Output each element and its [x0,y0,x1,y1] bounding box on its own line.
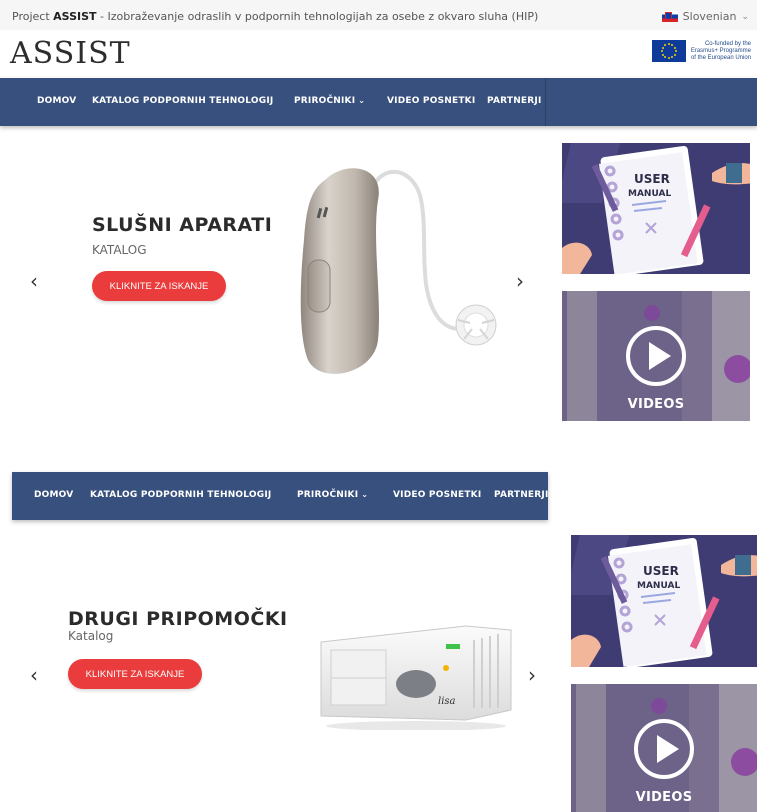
carousel-prev-button[interactable]: ‹ [30,665,38,685]
play-icon [634,719,694,779]
hearing-aid-image [300,168,497,374]
project-info: Project ASSIST - Izobraževanje odraslih … [12,10,538,23]
nav-item-domov[interactable]: DOMOV [37,96,76,106]
eu-star-icon [667,43,670,45]
nav-item-video[interactable]: VIDEO POSNETKI [387,96,475,106]
main-nav-sticky: DOMOV KATALOG PODPORNIH TEHNOLOGIJ PRIRO… [12,472,548,520]
project-label: Project [12,10,50,23]
manual-label: MANUAL [637,581,680,591]
chevron-down-icon: ⌄ [361,490,369,499]
eu-star-icon [661,53,664,56]
videos-label: VIDEOS [627,397,685,412]
manual-label: USER [643,564,679,578]
slovenia-flag-icon [661,11,678,22]
manual-label: USER [634,172,670,186]
user-manual-tile[interactable]: USER MANUAL [562,143,750,274]
videos-tile[interactable]: VIDEOS [562,291,750,421]
eu-text-line: Co-funded by the [704,40,751,47]
chevron-down-icon: ⌄ [741,11,749,22]
project-name: ASSIST [53,10,97,23]
eu-star-icon [673,53,676,56]
nav-item-katalog[interactable]: KATALOG PODPORNIH TEHNOLOGIJ [92,96,273,106]
eu-star-icon [674,50,677,52]
user-manual-icon: USER MANUAL [571,535,757,667]
user-manual-tile[interactable]: USER MANUAL [571,535,757,667]
eu-star-icon [671,56,674,59]
chevron-down-icon: ⌄ [358,96,366,105]
slide-subtitle: Katalog [68,629,114,643]
search-cta-button[interactable]: KLIKNITE ZA ISKANJE [68,659,202,689]
videos-label: VIDEOS [635,790,693,805]
carousel-prev-button[interactable]: ‹ [30,271,38,291]
eu-star-icon [664,56,667,59]
nav-item-partnerji[interactable]: PARTNERJI [487,96,542,106]
eu-star-icon [660,50,663,52]
carousel-next-button[interactable]: › [528,665,536,685]
main-nav-container: DOMOV KATALOG PODPORNIH TEHNOLOGIJ PRIRO… [22,78,546,126]
search-cta-button[interactable]: KLIKNITE ZA ISKANJE [92,271,226,301]
eu-funding-badge: Co-funded by the Erasmus+ Programme of t… [651,40,751,62]
eu-star-icon [661,46,664,49]
manual-label: MANUAL [628,189,671,199]
play-icon [626,326,686,386]
language-label: Slovenian [682,10,737,23]
nav-item-video[interactable]: VIDEO POSNETKI [393,490,481,500]
eu-text-line: of the European Union [690,54,751,61]
nav-item-label: PRIROČNIKI [294,96,356,106]
slide-title: SLUŠNI APARATI [92,214,273,236]
eu-star-icon [664,43,667,46]
site-logo[interactable]: ASSIST [10,36,131,71]
language-selector[interactable]: Slovenian ⌄ [661,10,749,23]
eu-star-icon [673,46,676,49]
slide-subtitle: KATALOG [92,243,147,257]
nav-item-prirocniki[interactable]: PRIROČNIKI ⌄ [297,490,368,500]
main-nav: DOMOV KATALOG PODPORNIH TEHNOLOGIJ PRIRO… [0,78,757,126]
eu-text-line: Erasmus+ Programme [690,47,751,54]
nav-item-label: PRIROČNIKI [297,490,359,500]
nav-item-katalog[interactable]: KATALOG PODPORNIH TEHNOLOGIJ [90,490,271,500]
eu-flag-icon [651,40,686,62]
user-manual-icon: USER MANUAL [562,143,750,274]
top-info-bar: Project ASSIST - Izobraževanje odraslih … [0,0,757,30]
eu-star-icon [671,43,674,46]
nav-item-prirocniki[interactable]: PRIROČNIKI ⌄ [294,96,365,106]
device-brand: lisa [438,696,456,707]
nav-item-domov[interactable]: DOMOV [34,490,73,500]
videos-tile[interactable]: VIDEOS [571,684,757,812]
project-description: - Izobraževanje odraslih v podpornih teh… [100,10,539,23]
eu-funding-text: Co-funded by the Erasmus+ Programme of t… [691,41,751,62]
slide-title: DRUGI PRIPOMOČKI [68,608,288,630]
nav-item-partnerji[interactable]: PARTNERJI [494,490,549,500]
alarm-device-image: lisa [320,625,512,730]
eu-star-icon [667,57,670,59]
